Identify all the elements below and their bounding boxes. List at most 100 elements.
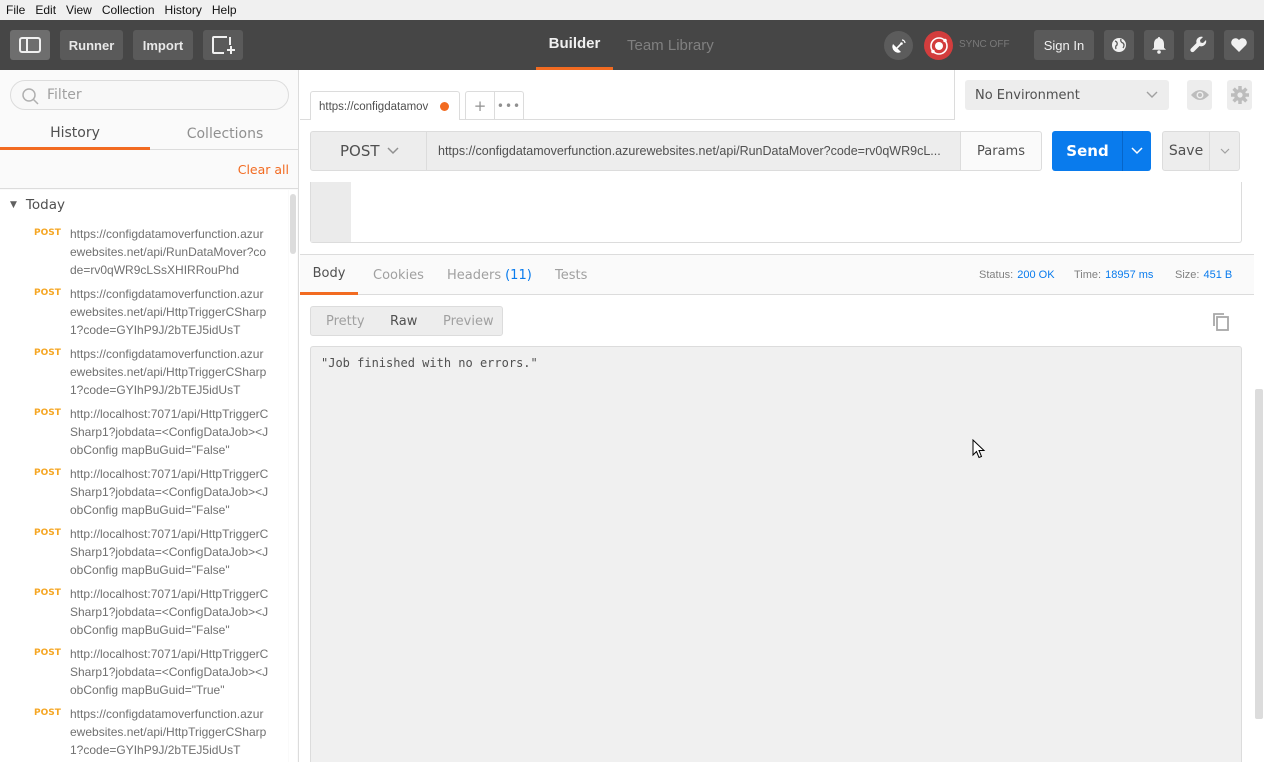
sidebar-toggle-icon (19, 37, 41, 53)
mouse-cursor-icon (972, 439, 986, 459)
menu-view[interactable]: View (62, 3, 96, 17)
params-button[interactable]: Params (960, 131, 1042, 171)
environment-select[interactable]: No Environment (965, 80, 1169, 110)
history-item[interactable]: POST http://localhost:7071/api/HttpTrigge… (0, 520, 288, 580)
environment-area: No Environment (954, 70, 1264, 120)
new-window-icon (212, 36, 235, 54)
heart-button[interactable] (1224, 30, 1254, 60)
history-item[interactable]: POST http://localhost:7071/api/HttpTrigge… (0, 580, 288, 640)
sidebar-tab-history[interactable]: History (0, 118, 150, 150)
method-badge: POST (34, 468, 61, 478)
settings-button[interactable] (1184, 30, 1214, 60)
interceptor-button[interactable] (884, 31, 913, 60)
history-url: https://configdatamoverfunction.azureweb… (70, 347, 267, 397)
response-tab-body[interactable]: Body (300, 255, 358, 295)
scrollbar-thumb[interactable] (1255, 389, 1263, 719)
history-url: https://configdatamoverfunction.azureweb… (70, 287, 267, 337)
sync-button[interactable] (924, 31, 953, 60)
main-panel: https://configdatamov + ••• No Environme… (300, 70, 1264, 762)
menu-bar: File Edit View Collection History Help (0, 0, 1264, 20)
history-item[interactable]: POST http://localhost:7071/api/HttpTrigge… (0, 400, 288, 460)
scrollbar-thumb[interactable] (290, 194, 296, 254)
app-header: Runner Import Builder Team Library SYNC … (0, 20, 1264, 70)
request-tab-title: https://configdatamov (319, 100, 429, 113)
chevron-down-icon (1146, 91, 1158, 98)
history-url: http://localhost:7071/api/HttpTriggerCSh… (70, 527, 269, 577)
response-time: Time: 18957 ms (1074, 269, 1153, 281)
menu-help[interactable]: Help (208, 3, 241, 17)
history-item[interactable]: POST https://configdatamoverfunction.azur… (0, 220, 288, 280)
send-button[interactable]: Send (1052, 131, 1123, 171)
tab-builder[interactable]: Builder (536, 20, 613, 70)
menu-collection[interactable]: Collection (98, 3, 159, 17)
history-list: ▼ Today POST https://configdatamoverfunct… (0, 190, 288, 762)
globe-icon (1112, 38, 1126, 52)
method-badge: POST (34, 648, 61, 658)
response-tab-tests[interactable]: Tests (555, 255, 587, 295)
history-item[interactable]: POST http://localhost:7071/api/HttpTrigge… (0, 640, 288, 700)
sync-status: SYNC OFF (959, 39, 1010, 50)
sidebar-tab-collections[interactable]: Collections (150, 118, 300, 150)
method-select[interactable]: POST (310, 131, 427, 171)
history-item[interactable]: POST https://configdatamoverfunction.azur… (0, 280, 288, 340)
more-tabs-button[interactable]: ••• (494, 91, 524, 119)
status-label: Status: (979, 269, 1014, 281)
history-item[interactable]: POST https://configdatamoverfunction.azur… (0, 700, 288, 760)
history-item[interactable]: POST http://localhost:7071/api/HttpTrigge… (0, 460, 288, 520)
method-badge: POST (34, 348, 61, 358)
request-body-editor[interactable] (310, 181, 1242, 243)
menu-edit[interactable]: Edit (31, 3, 60, 17)
history-url: http://localhost:7071/api/HttpTriggerCSh… (70, 647, 269, 697)
request-tab[interactable]: https://configdatamov (310, 91, 460, 121)
time-value: 18957 ms (1105, 269, 1154, 281)
view-preview[interactable]: Preview (443, 314, 494, 329)
method-badge: POST (34, 588, 61, 598)
response-tab-headers[interactable]: Headers (11) (447, 255, 532, 295)
method-value: POST (340, 142, 380, 160)
menu-file[interactable]: File (2, 3, 29, 17)
history-group-today[interactable]: ▼ Today (0, 190, 288, 220)
response-body[interactable]: "Job finished with no errors." (310, 346, 1242, 762)
view-raw[interactable]: Raw (390, 314, 417, 329)
tab-team-library[interactable]: Team Library (627, 20, 714, 70)
import-button[interactable]: Import (133, 30, 193, 60)
save-options-button[interactable] (1209, 131, 1240, 171)
method-badge: POST (34, 528, 61, 538)
copy-button[interactable] (1211, 312, 1231, 336)
new-window-button[interactable] (203, 30, 243, 60)
history-url: http://localhost:7071/api/HttpTriggerCSh… (70, 467, 269, 517)
runner-button[interactable]: Runner (60, 30, 123, 60)
chevron-down-icon (387, 147, 399, 155)
wrench-icon (1190, 36, 1207, 53)
clear-row: Clear all (0, 150, 299, 189)
history-item[interactable]: POST https://configdatamoverfunction.azur… (0, 340, 288, 400)
filter-input[interactable]: Filter (10, 80, 289, 110)
url-bar: POST https://configdatamoverfunction.azu… (310, 120, 1242, 182)
heart-icon (1231, 38, 1247, 52)
environment-quick-look-button[interactable] (1187, 80, 1212, 110)
main-scrollbar[interactable] (1254, 183, 1264, 762)
menu-history[interactable]: History (161, 3, 206, 17)
caret-down-icon: ▼ (10, 200, 17, 210)
sidebar-toggle-button[interactable] (10, 30, 50, 60)
search-icon (22, 88, 39, 105)
method-badge: POST (34, 408, 61, 418)
size-label: Size: (1175, 269, 1200, 281)
response-tab-cookies[interactable]: Cookies (373, 255, 424, 295)
url-input[interactable]: https://configdatamoverfunction.azureweb… (426, 131, 961, 171)
notifications-button[interactable] (1144, 30, 1174, 60)
history-url: https://configdatamoverfunction.azureweb… (70, 707, 267, 757)
new-tab-button[interactable]: + (465, 91, 495, 119)
group-label: Today (25, 197, 65, 213)
view-pretty[interactable]: Pretty (326, 314, 365, 329)
time-label: Time: (1074, 269, 1102, 281)
save-button[interactable]: Save (1162, 131, 1210, 171)
clear-all-link[interactable]: Clear all (238, 162, 289, 177)
sidebar-scrollbar[interactable] (289, 190, 297, 762)
globe-button[interactable] (1104, 30, 1134, 60)
sync-icon (929, 36, 948, 55)
manage-environments-button[interactable] (1227, 80, 1252, 110)
sign-in-button[interactable]: Sign In (1034, 30, 1094, 60)
method-badge: POST (34, 708, 61, 718)
send-options-button[interactable] (1122, 131, 1151, 171)
